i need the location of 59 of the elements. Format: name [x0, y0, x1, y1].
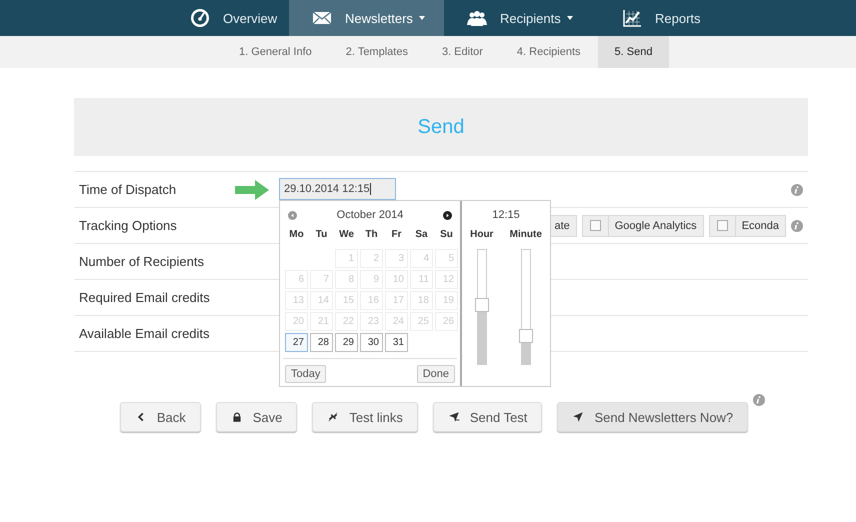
step-tab[interactable]: 1. General Info — [222, 36, 329, 68]
calendar-day[interactable]: 30 — [360, 333, 383, 352]
tracking-option[interactable]: Econda — [708, 214, 786, 236]
row-label: Tracking Options — [78, 218, 177, 233]
slider-thumb[interactable] — [518, 328, 533, 342]
slider-track[interactable] — [520, 249, 531, 365]
time-readout: 12:15 — [491, 208, 521, 223]
info-icon[interactable] — [753, 394, 766, 406]
next-month-icon[interactable] — [443, 210, 452, 220]
slider-thumb[interactable] — [474, 298, 489, 312]
slider-track[interactable] — [476, 249, 487, 365]
weekday-label: Mo — [288, 229, 305, 242]
row-label: Time of Dispatch — [78, 182, 176, 197]
today-button[interactable]: Today — [285, 365, 326, 383]
nav-tab[interactable]: Overview — [167, 0, 289, 36]
info-icon[interactable] — [791, 220, 803, 232]
nav-tab[interactable]: Reports — [599, 0, 723, 36]
slider-label: Minute — [510, 229, 542, 242]
row-label: Available Email credits — [78, 326, 210, 341]
nav-tab[interactable]: Recipients — [444, 0, 599, 36]
step-tab[interactable]: 2. Templates — [328, 36, 425, 68]
weekday-label: Su — [439, 229, 454, 242]
weekday-label: Fr — [390, 229, 402, 242]
done-button[interactable]: Done — [416, 365, 455, 383]
tracking-option[interactable]: Google Analytics — [582, 214, 704, 236]
info-icon[interactable] — [791, 184, 803, 196]
row-label: Required Email credits — [78, 290, 210, 305]
date-time-field[interactable]: 29.10.2014 12:15 — [279, 178, 396, 200]
weekday-label: We — [338, 229, 355, 242]
action-button[interactable]: Save — [216, 402, 298, 432]
weekday-label: Tu — [314, 229, 328, 242]
page-heading: Send — [74, 98, 808, 156]
action-button[interactable]: Test links — [312, 402, 418, 432]
line-chart-icon — [621, 8, 643, 28]
step-tab[interactable]: 4. Recipients — [500, 36, 598, 68]
arrow-icon — [235, 180, 269, 200]
slider-label: Hour — [470, 229, 494, 242]
weekday-label: Sa — [414, 229, 429, 242]
calendar-day[interactable]: 29 — [335, 333, 358, 352]
action-button[interactable]: Send Newsletters Now? — [557, 402, 748, 432]
step-tab[interactable]: 5. Send — [598, 36, 670, 68]
lock-icon — [230, 411, 243, 423]
checkbox[interactable] — [716, 220, 728, 231]
calendar-day[interactable]: 28 — [310, 333, 333, 352]
step-tab[interactable]: 3. Editor — [424, 36, 500, 68]
paper-plane-icon — [448, 411, 460, 423]
weekday-label: Th — [364, 229, 379, 242]
nav-tab[interactable]: Newsletters — [289, 0, 444, 36]
month-title: October 2014 — [336, 209, 404, 221]
row-label: Number of Recipients — [78, 254, 204, 269]
calendar-day[interactable]: 27 — [285, 333, 308, 352]
action-button[interactable]: Back — [120, 402, 201, 432]
checkbox[interactable] — [590, 220, 601, 231]
gauge-icon — [189, 8, 211, 28]
action-button[interactable]: Send Test — [432, 402, 542, 432]
people-icon — [466, 8, 488, 28]
paper-plane-icon — [572, 411, 584, 423]
calendar-day[interactable]: 31 — [385, 333, 408, 352]
link-icon — [327, 411, 340, 423]
